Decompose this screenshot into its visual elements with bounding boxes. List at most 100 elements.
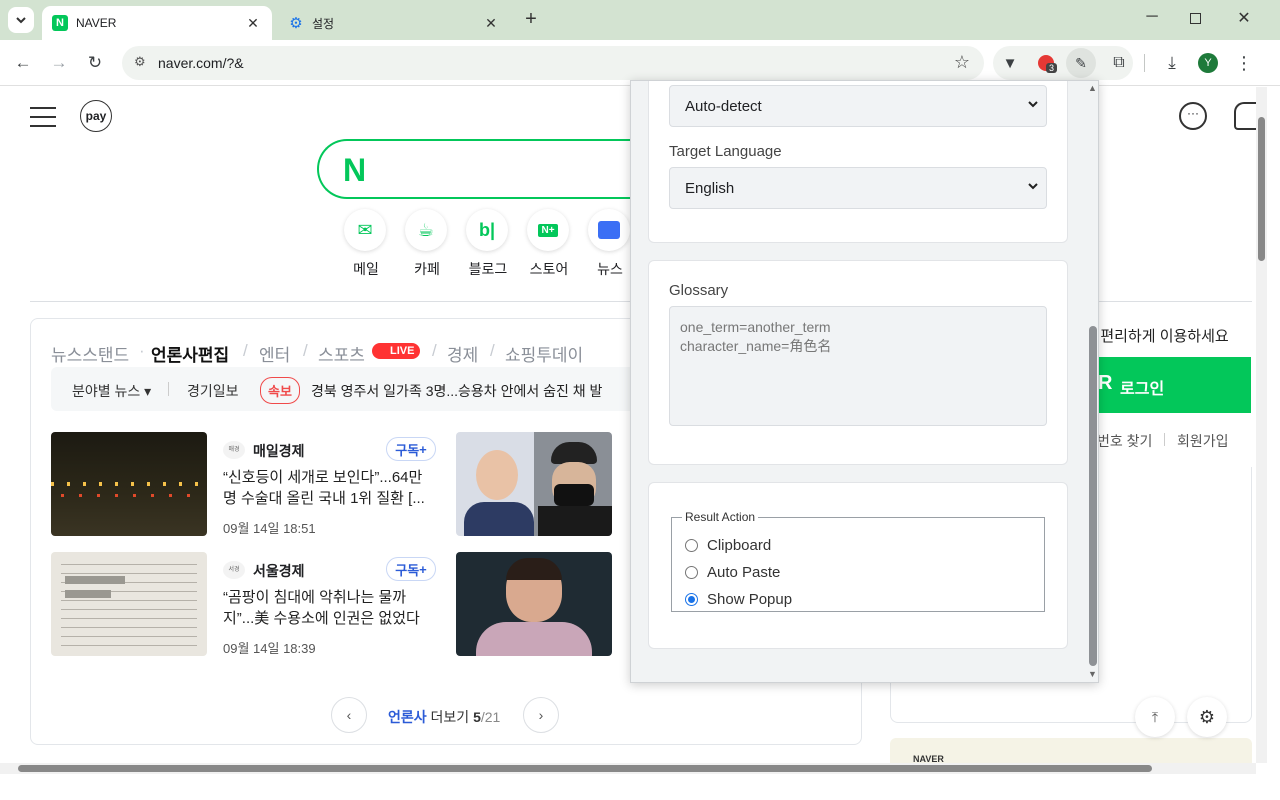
download-icon[interactable]: ⤓ — [1157, 48, 1187, 78]
service-mail[interactable]: ✉ 메일 — [344, 209, 388, 279]
tab-naver[interactable]: N NAVER ✕ — [42, 6, 272, 40]
blog-icon: b| — [466, 209, 508, 251]
target-language-select[interactable]: English — [669, 167, 1047, 209]
subscribe-button[interactable]: 구독 + — [386, 557, 436, 581]
tab-strip: N NAVER ✕ ⚙ 설정 ✕ + ─ ✕ — [0, 0, 1280, 40]
source-language-select[interactable]: Auto-detect — [669, 85, 1047, 127]
page-horizontal-scrollbar[interactable] — [0, 763, 1256, 774]
radio-auto-paste[interactable]: Auto Paste — [685, 564, 780, 581]
scroll-thumb[interactable] — [1258, 117, 1265, 261]
cafe-icon: ☕ — [405, 209, 447, 251]
close-tab-icon[interactable]: ✕ — [482, 14, 500, 32]
category-label: 분야별 뉴스 — [72, 383, 141, 399]
extension-badge: 3 — [1046, 63, 1058, 73]
signup-link[interactable]: 회원가입 — [1177, 431, 1229, 451]
service-cafe[interactable]: ☕ 카페 — [405, 209, 449, 279]
article-headline[interactable]: “곰팡이 침대에 악취나는 물까지”...美 수용소에 인권은 없었다 — [223, 587, 435, 629]
press-name[interactable]: 매일경제 — [253, 441, 305, 461]
scroll-thumb[interactable] — [1089, 326, 1097, 666]
minimize-button[interactable]: ─ — [1142, 8, 1162, 30]
tab-press-edit[interactable]: 언론사편집 — [151, 341, 229, 366]
radio-clipboard[interactable]: Clipboard — [685, 537, 771, 554]
profile-avatar[interactable]: Y — [1193, 48, 1223, 78]
page-vertical-scrollbar[interactable] — [1256, 87, 1267, 763]
service-blog[interactable]: b| 블로그 — [466, 209, 510, 279]
subscribe-button[interactable]: 구독 + — [386, 437, 436, 461]
settings-gear-button[interactable]: ⚙ — [1187, 697, 1227, 737]
ticker-press[interactable]: 경기일보 — [187, 381, 239, 401]
scroll-top-button[interactable]: ⤒ — [1135, 697, 1175, 737]
hamburger-menu-icon[interactable] — [30, 105, 56, 127]
new-tab-button[interactable]: + — [520, 9, 542, 31]
scroll-thumb[interactable] — [18, 765, 1152, 772]
live-badge: LIVE — [372, 343, 421, 359]
article-thumbnail[interactable] — [456, 552, 612, 656]
link-divider — [1164, 433, 1165, 446]
back-button[interactable]: ← — [8, 48, 38, 78]
scroll-down-arrow-icon[interactable]: ▼ — [1088, 669, 1097, 679]
profile-initial: Y — [1198, 53, 1218, 73]
ad-banner[interactable]: NAVER — [890, 738, 1252, 763]
forward-button[interactable]: → — [44, 48, 74, 78]
article-thumbnail[interactable] — [51, 432, 207, 536]
tab-sports[interactable]: 스포츠 — [318, 341, 365, 366]
adblock-extension-icon[interactable]: 3 — [1031, 48, 1061, 78]
service-news[interactable]: 뉴스 — [588, 209, 632, 279]
find-password-link[interactable]: 번호 찾기 — [1097, 431, 1152, 451]
chat-icon[interactable]: ··· — [1179, 102, 1207, 130]
article-date: 09월 14일 18:39 — [223, 641, 316, 656]
radio-button[interactable] — [685, 593, 698, 606]
popup-scrollbar[interactable]: ▲ ▼ — [1086, 81, 1098, 682]
bookmark-star-icon[interactable]: ☆ — [954, 52, 970, 73]
next-page-button[interactable]: › — [523, 697, 559, 733]
tab-separator: / — [432, 341, 437, 360]
address-bar[interactable]: ⚙ naver.com/?& ☆ — [122, 46, 984, 80]
press-name[interactable]: 서울경제 — [253, 561, 305, 581]
article-date: 09월 14일 18:51 — [223, 521, 316, 536]
tab-shopping-today[interactable]: 쇼핑투데이 — [505, 341, 583, 366]
tab-search-button[interactable] — [8, 7, 34, 33]
bell-icon[interactable] — [1234, 102, 1256, 130]
tab-economy[interactable]: 경제 — [447, 341, 478, 366]
pager-more: 더보기 — [430, 709, 470, 725]
prev-page-button[interactable]: ‹ — [331, 697, 367, 733]
article-headline[interactable]: “신호등이 세개로 보인다”...64만명 수술대 올린 국내 1위 질환 [.… — [223, 467, 435, 509]
scroll-up-arrow-icon[interactable]: ▲ — [1088, 83, 1097, 93]
store-icon: N+ — [527, 209, 569, 251]
service-store[interactable]: N+ 스토어 — [527, 209, 571, 279]
menu-kebab-icon[interactable]: ⋮ — [1229, 48, 1259, 78]
target-language-label: Target Language — [669, 143, 782, 160]
radio-label: Auto Paste — [707, 564, 781, 581]
tab-settings[interactable]: ⚙ 설정 ✕ — [278, 6, 510, 40]
chevron-down-icon — [1028, 183, 1038, 190]
translator-extension-icon[interactable]: ✎ — [1066, 48, 1096, 78]
tab-newsstand[interactable]: 뉴스스탠드 — [51, 341, 129, 366]
pager-label: 언론사 — [388, 709, 427, 725]
radio-button[interactable] — [685, 566, 698, 579]
category-dropdown[interactable]: 분야별 뉴스 ▾ — [72, 381, 151, 401]
naver-pay-icon[interactable]: pay — [80, 100, 112, 132]
glossary-textarea[interactable]: one_term=another_term character_name=角色名 — [669, 306, 1047, 426]
result-action-group: Result Action Clipboard Auto Paste Show … — [671, 510, 1045, 612]
close-window-button[interactable]: ✕ — [1234, 8, 1254, 30]
site-info-icon[interactable]: ⚙ — [134, 54, 146, 70]
url-text: naver.com/?& — [158, 55, 244, 71]
ticker-headline[interactable]: 경북 영주서 일가족 3명...승용차 안에서 숨진 채 발 — [311, 381, 631, 401]
language-card: Auto-detect Target Language English — [648, 81, 1068, 243]
gear-icon: ⚙ — [289, 15, 303, 32]
vpn-extension-icon[interactable]: ▼ — [995, 48, 1025, 78]
close-tab-icon[interactable]: ✕ — [244, 14, 262, 32]
service-label: 메일 — [353, 261, 379, 277]
login-label: 로그인 — [1120, 381, 1165, 398]
puzzle-icon[interactable]: ⧉ — [1104, 48, 1134, 78]
maximize-button[interactable] — [1190, 13, 1201, 24]
article-thumbnail[interactable] — [51, 552, 207, 656]
glossary-label: Glossary — [669, 282, 729, 299]
pager-current: 5 — [473, 709, 481, 725]
reload-button[interactable]: ↻ — [80, 48, 110, 78]
radio-show-popup[interactable]: Show Popup — [685, 591, 792, 608]
radio-button[interactable] — [685, 539, 698, 552]
mail-icon: ✉ — [344, 209, 386, 251]
tab-entertainment[interactable]: 엔터 — [259, 341, 290, 366]
article-thumbnail[interactable] — [456, 432, 612, 536]
